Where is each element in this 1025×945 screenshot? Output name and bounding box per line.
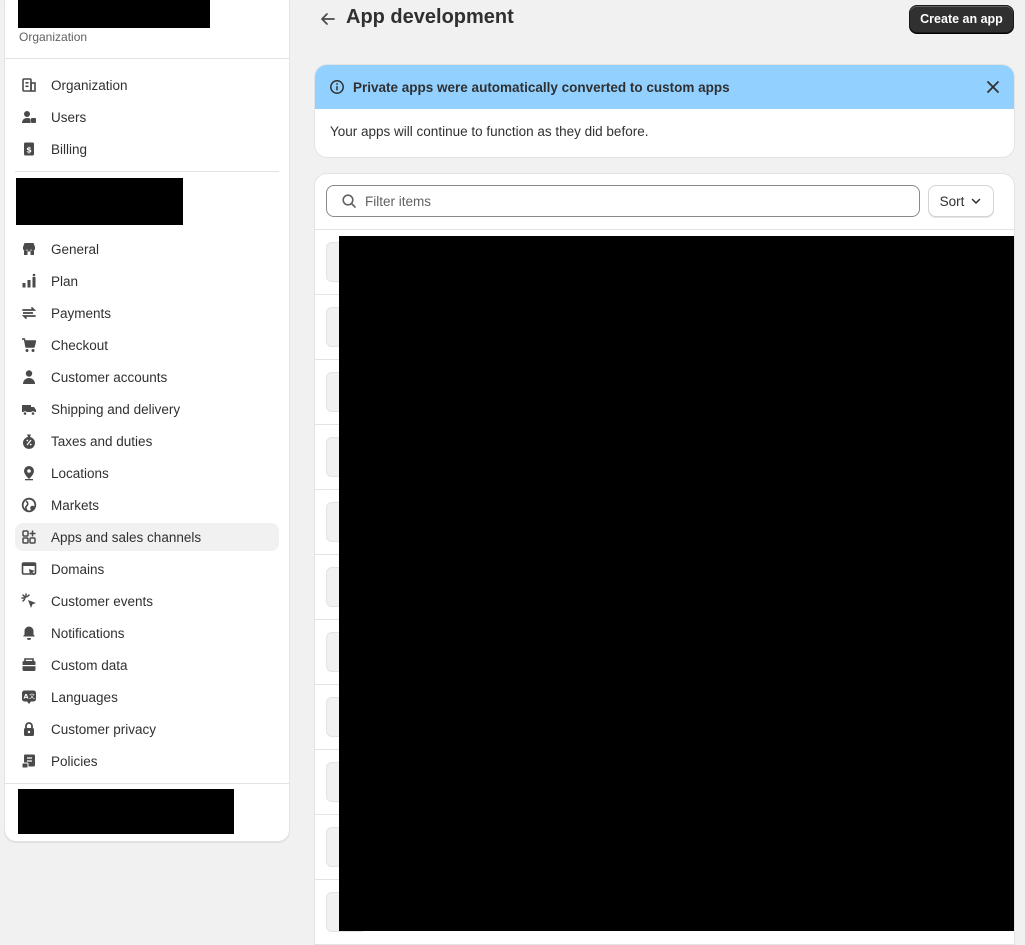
svg-text:$: $ (26, 146, 32, 155)
sidebar-item-label: Custom data (51, 657, 128, 673)
chevron-down-icon (972, 198, 981, 204)
globe-icon (21, 497, 37, 513)
sidebar-item-custom-data[interactable]: Custom data (15, 651, 279, 679)
sidebar-item-label: Checkout (51, 337, 109, 353)
person-icon (21, 369, 37, 385)
sidebar-item-label: Notifications (51, 625, 125, 641)
sidebar-item-organization[interactable]: Organization (15, 71, 279, 99)
close-icon[interactable] (984, 78, 1002, 96)
sort-label: Sort (939, 193, 965, 209)
truck-icon (21, 401, 37, 417)
sidebar-item-taxes[interactable]: Taxes and duties (15, 427, 279, 455)
sidebar-item-label: Taxes and duties (51, 433, 153, 449)
sidebar-divider (5, 58, 289, 59)
store-icon (21, 241, 37, 257)
apps-list-card: Sort (315, 174, 1014, 945)
database-icon (21, 657, 37, 673)
sidebar-item-plan[interactable]: Plan (15, 267, 279, 295)
info-icon (329, 79, 345, 95)
sidebar-item-billing[interactable]: $ Billing (15, 135, 279, 163)
info-banner: Private apps were automatically converte… (315, 65, 1014, 157)
filter-input[interactable] (365, 193, 885, 209)
store-name-redacted (16, 178, 183, 225)
sidebar-item-label: Users (51, 109, 87, 125)
sidebar-item-general[interactable]: General (15, 235, 279, 263)
sidebar-item-customer-privacy[interactable]: Customer privacy (15, 715, 279, 743)
sidebar-item-markets[interactable]: Markets (15, 491, 279, 519)
sidebar-item-shipping[interactable]: Shipping and delivery (15, 395, 279, 423)
settings-sidebar: Organization Organization Users $ Billin… (4, 0, 290, 842)
banner-body: Your apps will continue to function as t… (330, 124, 649, 139)
policy-icon (21, 753, 37, 769)
sidebar-item-label: Customer privacy (51, 721, 157, 737)
sort-button[interactable]: Sort (928, 185, 994, 217)
banner-header: Private apps were automatically converte… (315, 65, 1014, 109)
sidebar-item-customer-events[interactable]: Customer events (15, 587, 279, 615)
sidebar-item-label: Apps and sales channels (51, 529, 202, 545)
user-account-redacted (18, 789, 234, 834)
sidebar-item-label: General (51, 241, 100, 257)
sidebar-item-payments[interactable]: Payments (15, 299, 279, 327)
apps-icon (21, 529, 37, 545)
page-title: App development (346, 6, 514, 28)
sidebar-item-label: Shipping and delivery (51, 401, 181, 417)
svg-text:文: 文 (29, 693, 35, 701)
organization-label: Organization (19, 30, 88, 44)
sidebar-item-users[interactable]: Users (15, 103, 279, 131)
sidebar-item-locations[interactable]: Locations (15, 459, 279, 487)
filter-field[interactable] (326, 185, 920, 217)
create-app-button[interactable]: Create an app (909, 5, 1014, 33)
sidebar-item-apps[interactable]: Apps and sales channels (15, 523, 279, 551)
sidebar-divider (5, 783, 289, 784)
sidebar-divider (15, 171, 279, 172)
sidebar-item-label: Policies (51, 753, 98, 769)
sidebar-item-label: Markets (51, 497, 100, 513)
sidebar-item-label: Organization (51, 77, 128, 93)
organization-icon (21, 77, 37, 93)
organization-name-redacted (18, 0, 210, 28)
banner-title: Private apps were automatically converte… (353, 79, 730, 95)
payments-icon (21, 305, 37, 321)
users-icon (21, 109, 37, 125)
location-icon (21, 465, 37, 481)
sidebar-item-checkout[interactable]: Checkout (15, 331, 279, 359)
bell-icon (21, 625, 37, 641)
sidebar-item-label: Plan (51, 273, 79, 289)
plan-icon (21, 273, 37, 289)
search-icon (341, 193, 357, 209)
sidebar-item-label: Domains (51, 561, 105, 577)
language-icon: A文 (21, 689, 37, 705)
sidebar-item-languages[interactable]: A文 Languages (15, 683, 279, 711)
sidebar-item-label: Languages (51, 689, 118, 705)
sidebar-item-notifications[interactable]: Notifications (15, 619, 279, 647)
sidebar-item-label: Payments (51, 305, 112, 321)
sidebar-item-domains[interactable]: Domains (15, 555, 279, 583)
cart-icon (21, 337, 37, 353)
back-arrow-icon[interactable] (318, 9, 338, 29)
sidebar-item-policies[interactable]: Policies (15, 747, 279, 775)
apps-list-redacted (339, 236, 1014, 931)
billing-icon: $ (21, 141, 37, 157)
sidebar-item-customer-accounts[interactable]: Customer accounts (15, 363, 279, 391)
sidebar-item-label: Locations (51, 465, 109, 481)
tax-icon (21, 433, 37, 449)
svg-text:A: A (23, 693, 28, 701)
domain-icon (21, 561, 37, 577)
sidebar-item-label: Billing (51, 141, 88, 157)
sidebar-item-label: Customer accounts (51, 369, 168, 385)
sidebar-item-label: Customer events (51, 593, 154, 609)
lock-icon (21, 721, 37, 737)
cursor-click-icon (21, 593, 37, 609)
